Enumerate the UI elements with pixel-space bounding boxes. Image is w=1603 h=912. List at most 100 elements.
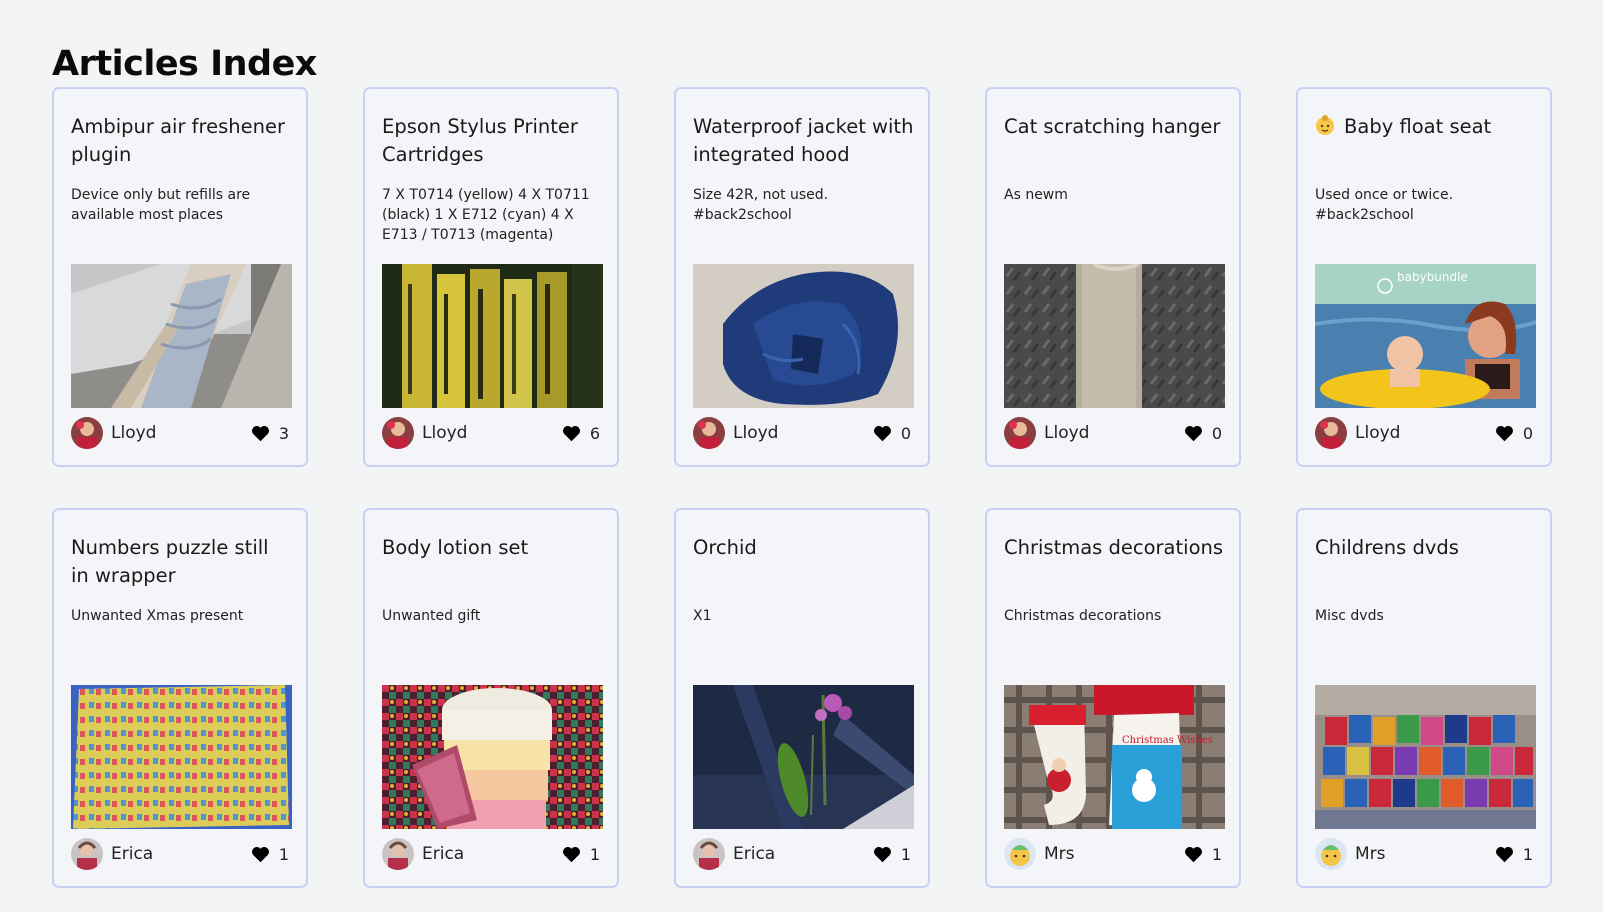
like-count: 1 — [1522, 844, 1533, 864]
article-description: Unwanted gift — [382, 608, 481, 624]
erica-avatar[interactable] — [71, 838, 103, 870]
author-name[interactable]: Mrs — [1044, 844, 1184, 864]
like-count: 3 — [278, 423, 289, 443]
lloyd-avatar[interactable] — [382, 417, 414, 449]
author-name[interactable]: Mrs — [1355, 844, 1495, 864]
air-freshener-photo[interactable] — [71, 264, 292, 408]
like-button[interactable]: 3 — [251, 424, 289, 443]
article-card[interactable]: Body lotion set Unwanted gift Erica 1 — [363, 508, 619, 888]
like-button[interactable]: 1 — [1495, 845, 1533, 864]
heart-icon — [873, 846, 891, 862]
article-card[interactable]: Waterproof jacket with integrated hood S… — [674, 87, 930, 467]
article-title[interactable]: Orchid — [693, 534, 914, 562]
mrs-avatar[interactable] — [1004, 838, 1036, 870]
article-title[interactable]: Ambipur air freshener plugin — [71, 113, 292, 169]
articles-index-page: Articles Index Ambipur air freshener plu… — [0, 0, 1603, 912]
article-card[interactable]: Baby float seat Used once or twice. #bac… — [1296, 87, 1552, 467]
article-title[interactable]: Christmas decorations — [1004, 534, 1225, 562]
articles-grid: Ambipur air freshener plugin Device only… — [52, 87, 1552, 888]
lloyd-avatar[interactable] — [71, 417, 103, 449]
author-name[interactable]: Erica — [733, 844, 873, 864]
like-button[interactable]: 1 — [251, 845, 289, 864]
article-footer: Erica 1 — [71, 838, 289, 870]
like-count: 0 — [1211, 423, 1222, 443]
lloyd-avatar[interactable] — [1315, 417, 1347, 449]
like-button[interactable]: 6 — [562, 424, 600, 443]
article-description: Device only but refills are available mo… — [71, 187, 251, 223]
numbers-puzzle-photo[interactable] — [71, 685, 292, 829]
heart-icon — [562, 846, 580, 862]
author-name[interactable]: Erica — [422, 844, 562, 864]
like-button[interactable]: 1 — [562, 845, 600, 864]
heart-icon — [1495, 425, 1513, 441]
heart-icon — [562, 425, 580, 441]
article-title[interactable]: Numbers puzzle still in wrapper — [71, 534, 292, 590]
author-name[interactable]: Lloyd — [1044, 423, 1184, 443]
like-count: 1 — [278, 844, 289, 864]
like-button[interactable]: 0 — [1495, 424, 1533, 443]
article-footer: Lloyd 0 — [1004, 417, 1222, 449]
heart-icon — [1184, 425, 1202, 441]
article-description: Misc dvds — [1315, 608, 1384, 624]
heart-icon — [1495, 846, 1513, 862]
article-description: 7 X T0714 (yellow) 4 X T0711 (black) 1 X… — [382, 187, 590, 243]
erica-avatar[interactable] — [693, 838, 725, 870]
like-count: 1 — [900, 844, 911, 864]
like-count: 0 — [900, 423, 911, 443]
article-card[interactable]: Childrens dvds Misc dvds Mrs 1 — [1296, 508, 1552, 888]
like-button[interactable]: 1 — [873, 845, 911, 864]
article-card[interactable]: Christmas decorations Christmas decorati… — [985, 508, 1241, 888]
image-wishes-text: Christmas Wishes — [1122, 735, 1213, 746]
article-title[interactable]: Body lotion set — [382, 534, 603, 562]
article-card[interactable]: Epson Stylus Printer Cartridges 7 X T071… — [363, 87, 619, 467]
article-footer: Lloyd 0 — [1315, 417, 1533, 449]
article-title[interactable]: Baby float seat — [1315, 113, 1536, 141]
article-footer: Lloyd 0 — [693, 417, 911, 449]
orchid-photo[interactable] — [693, 685, 914, 829]
author-name[interactable]: Lloyd — [111, 423, 251, 443]
body-lotion-photo[interactable] — [382, 685, 603, 829]
lloyd-avatar[interactable] — [693, 417, 725, 449]
mrs-avatar[interactable] — [1315, 838, 1347, 870]
heart-icon — [1184, 846, 1202, 862]
baby-emoji-icon — [1316, 115, 1334, 135]
article-title[interactable]: Epson Stylus Printer Cartridges — [382, 113, 603, 169]
article-description: X1 — [693, 608, 712, 624]
article-card[interactable]: Orchid X1 Erica 1 — [674, 508, 930, 888]
article-footer: Lloyd 6 — [382, 417, 600, 449]
article-footer: Mrs 1 — [1315, 838, 1533, 870]
article-card[interactable]: Ambipur air freshener plugin Device only… — [52, 87, 308, 467]
article-title[interactable]: Childrens dvds — [1315, 534, 1536, 562]
article-description: Unwanted Xmas present — [71, 608, 244, 624]
article-title[interactable]: Cat scratching hanger — [1004, 113, 1225, 141]
author-name[interactable]: Lloyd — [733, 423, 873, 443]
dvds-photo[interactable] — [1315, 685, 1536, 829]
printer-cartridges-photo[interactable] — [382, 264, 603, 408]
article-title[interactable]: Waterproof jacket with integrated hood — [693, 113, 914, 169]
heart-icon — [873, 425, 891, 441]
christmas-stockings-photo[interactable]: Christmas Wishes — [1004, 685, 1225, 829]
article-footer: Erica 1 — [693, 838, 911, 870]
article-footer: Erica 1 — [382, 838, 600, 870]
article-description: As newm — [1004, 187, 1068, 203]
author-name[interactable]: Lloyd — [1355, 423, 1495, 443]
like-button[interactable]: 0 — [1184, 424, 1222, 443]
article-description: Used once or twice. #back2school — [1315, 187, 1454, 223]
like-button[interactable]: 0 — [873, 424, 911, 443]
erica-avatar[interactable] — [382, 838, 414, 870]
like-count: 1 — [1211, 844, 1222, 864]
article-card[interactable]: Cat scratching hanger As newm Lloyd 0 — [985, 87, 1241, 467]
article-card[interactable]: Numbers puzzle still in wrapper Unwanted… — [52, 508, 308, 888]
heart-icon — [251, 846, 269, 862]
like-count: 6 — [589, 423, 600, 443]
like-button[interactable]: 1 — [1184, 845, 1222, 864]
blue-jacket-photo[interactable] — [693, 264, 914, 408]
like-count: 1 — [589, 844, 600, 864]
author-name[interactable]: Erica — [111, 844, 251, 864]
baby-float-photo[interactable]: babybundle — [1315, 264, 1536, 408]
image-brand-text: babybundle — [1397, 270, 1468, 284]
lloyd-avatar[interactable] — [1004, 417, 1036, 449]
article-description: Size 42R, not used. #back2school — [693, 187, 829, 223]
cat-scratcher-photo[interactable] — [1004, 264, 1225, 408]
author-name[interactable]: Lloyd — [422, 423, 562, 443]
